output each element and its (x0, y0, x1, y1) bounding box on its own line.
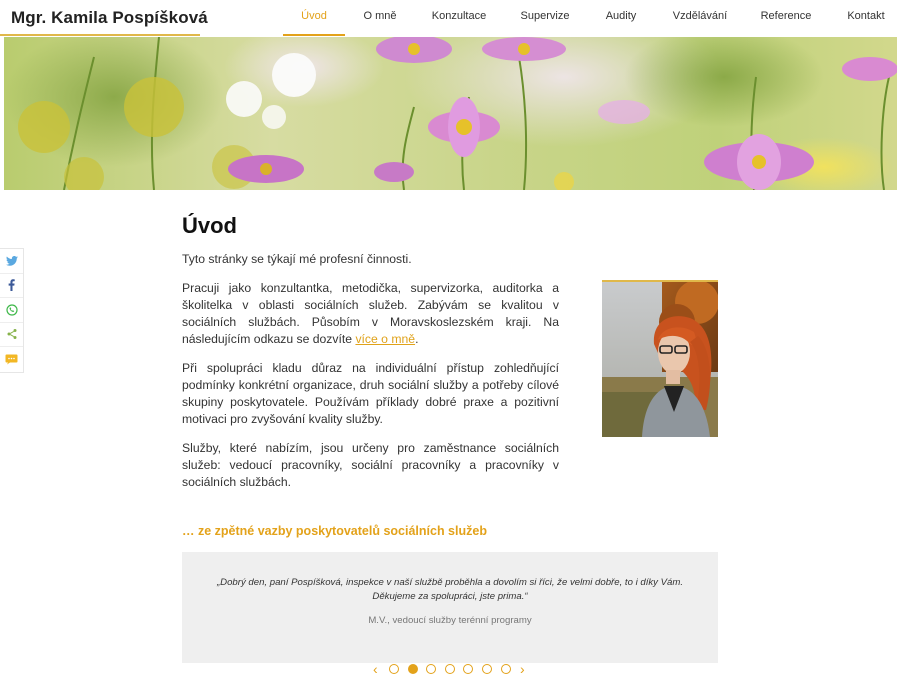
carousel-dot-active[interactable] (408, 664, 418, 674)
feedback-section-title: … ze zpětné vazby poskytovatelů sociální… (182, 524, 487, 538)
carousel-dot[interactable] (501, 664, 511, 674)
intro-paragraph-4: Služby, které nabízím, jsou určeny pro z… (182, 441, 559, 489)
nav-item-uvod[interactable]: Úvod (283, 0, 345, 36)
nav-item-supervize[interactable]: Supervize (514, 0, 576, 36)
share-icon (7, 329, 16, 340)
sms-icon (5, 354, 18, 365)
carousel-dot[interactable] (389, 664, 399, 674)
intro-paragraph-1: Tyto stránky se týkají mé profesní činno… (182, 252, 412, 266)
sms-share-button[interactable] (0, 347, 23, 372)
social-share-bar (0, 248, 24, 373)
general-share-button[interactable] (0, 323, 23, 347)
whatsapp-share-button[interactable] (0, 298, 23, 323)
nav-item-audity[interactable]: Audity (597, 0, 645, 36)
testimonial-box: „Dobrý den, paní Pospíšková, inspekce v … (182, 552, 718, 663)
site-title[interactable]: Mgr. Kamila Pospíšková (11, 8, 208, 28)
intro-text: Tyto stránky se týkají mé profesní činno… (182, 251, 559, 503)
nav-item-vzdelavani[interactable]: Vzdělávání (664, 0, 736, 36)
intro-paragraph-3: Při spolupráci kladu důraz na individuál… (182, 361, 559, 426)
twitter-share-button[interactable] (0, 249, 23, 274)
site-header: Mgr. Kamila Pospíšková Úvod O mně Konzul… (0, 0, 900, 36)
twitter-icon (5, 255, 18, 266)
about-me-link[interactable]: více o mně (355, 332, 415, 346)
carousel-dot[interactable] (463, 664, 473, 674)
carousel-dot[interactable] (482, 664, 492, 674)
intro-paragraph-2: Pracuji jako konzultantka, metodička, su… (182, 280, 559, 348)
testimonial-quote: „Dobrý den, paní Pospíšková, inspekce v … (216, 577, 684, 602)
carousel-dot[interactable] (426, 664, 436, 674)
title-underline (0, 34, 200, 36)
testimonial-author: M.V., vedoucí služby terénní programy (368, 615, 532, 626)
whatsapp-icon (5, 304, 18, 316)
carousel-dot[interactable] (445, 664, 455, 674)
carousel-prev-arrow[interactable]: ‹ (373, 661, 378, 677)
profile-photo (602, 280, 718, 437)
nav-item-o-mne[interactable]: O mně (352, 0, 408, 36)
facebook-icon (8, 279, 15, 292)
intro-paragraph-2-end: . (415, 332, 419, 346)
carousel-next-arrow[interactable]: › (520, 661, 525, 677)
facebook-share-button[interactable] (0, 274, 23, 298)
nav-item-reference[interactable]: Reference (753, 0, 819, 36)
nav-item-konzultace[interactable]: Konzultace (425, 0, 493, 36)
nav-item-kontakt[interactable]: Kontakt (838, 0, 894, 36)
testimonial-carousel-nav: ‹ › (370, 660, 530, 678)
hero-flower-image (4, 37, 897, 190)
page-title: Úvod (182, 213, 237, 238)
